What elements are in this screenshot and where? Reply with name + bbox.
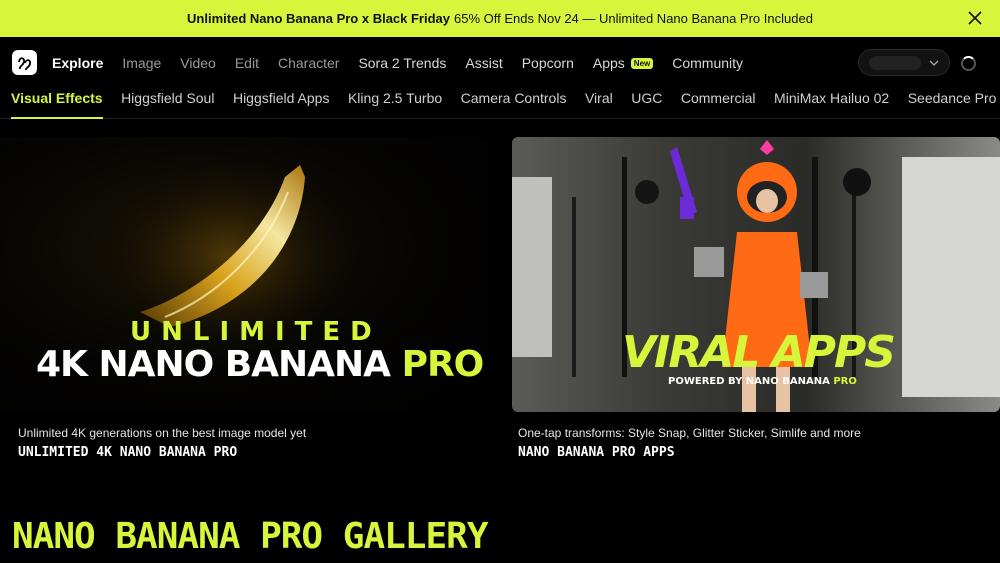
tab-ugc[interactable]: UGC: [631, 89, 662, 119]
tab-camera-controls[interactable]: Camera Controls: [461, 89, 567, 119]
nav-community[interactable]: Community: [672, 55, 743, 71]
card-image-subheadline: 4K NANO BANANA PRO: [36, 344, 485, 385]
subheadline-highlight: PRO: [833, 376, 857, 387]
nav-sora-2-trends[interactable]: Sora 2 Trends: [358, 55, 446, 71]
nav-assist[interactable]: Assist: [465, 55, 502, 71]
category-tabs: Visual Effects Higgsfield Soul Higgsfiel…: [0, 89, 1000, 119]
tab-viral[interactable]: Viral: [585, 89, 613, 119]
main-nav-links: Explore Image Video Edit Character Sora …: [52, 37, 762, 89]
tab-minimax-hailuo-02[interactable]: MiniMax Hailuo 02: [774, 89, 889, 119]
nav-character[interactable]: Character: [278, 55, 339, 71]
card-title-link[interactable]: UNLIMITED 4K NANO BANANA PRO: [18, 445, 237, 460]
banana-promo-card[interactable]: UNLIMITED 4K NANO BANANA PRO: [0, 137, 488, 412]
card-title-link[interactable]: NANO BANANA PRO APPS: [518, 445, 675, 460]
tab-seedance-pro[interactable]: Seedance Pro: [908, 89, 997, 119]
tab-higgsfield-soul[interactable]: Higgsfield Soul: [121, 89, 214, 119]
promo-banner[interactable]: Unlimited Nano Banana Pro x Black Friday…: [0, 0, 1000, 37]
card-caption: One-tap transforms: Style Snap, Glitter …: [518, 426, 861, 440]
tab-higgsfield-apps[interactable]: Higgsfield Apps: [233, 89, 330, 119]
card-image-subheadline: POWERED BY NANO BANANA PRO: [668, 376, 857, 387]
tab-visual-effects[interactable]: Visual Effects: [11, 89, 103, 119]
nav-popcorn[interactable]: Popcorn: [522, 55, 574, 71]
nav-video[interactable]: Video: [180, 55, 216, 71]
tab-commercial[interactable]: Commercial: [681, 89, 756, 119]
subheadline-highlight: PRO: [401, 344, 485, 385]
chevron-down-icon: [929, 60, 939, 66]
card-caption: Unlimited 4K generations on the best ima…: [18, 426, 307, 440]
nav-apps[interactable]: Apps New: [592, 55, 654, 71]
spinner-icon: [961, 56, 976, 71]
subheadline-part: 4K NANO BANANA: [36, 344, 402, 385]
higgsfield-logo-icon[interactable]: [12, 50, 37, 75]
gallery-heading: NANO BANANA PRO GALLERY: [12, 516, 488, 557]
top-nav: Explore Image Video Edit Character Sora …: [0, 37, 1000, 89]
card-image-headline: VIRAL APPS: [622, 327, 896, 378]
promo-headline: Unlimited Nano Banana Pro x Black Friday: [187, 11, 451, 26]
nav-image[interactable]: Image: [122, 55, 161, 71]
promo-text: 65% Off Ends Nov 24 — Unlimited Nano Ban…: [454, 11, 813, 26]
viral-apps-card[interactable]: VIRAL APPS POWERED BY NANO BANANA PRO: [512, 137, 1000, 412]
subheadline-part: POWERED BY NANO BANANA: [668, 376, 834, 387]
nav-edit[interactable]: Edit: [235, 55, 259, 71]
nav-explore[interactable]: Explore: [52, 55, 103, 71]
card-image-headline: UNLIMITED: [130, 317, 382, 347]
close-icon[interactable]: [966, 9, 984, 27]
new-badge: New: [630, 57, 654, 69]
account-placeholder: [869, 55, 921, 70]
account-dropdown[interactable]: [858, 49, 950, 76]
tab-kling-2-5-turbo[interactable]: Kling 2.5 Turbo: [348, 89, 442, 119]
nav-apps-label: Apps: [592, 55, 625, 71]
